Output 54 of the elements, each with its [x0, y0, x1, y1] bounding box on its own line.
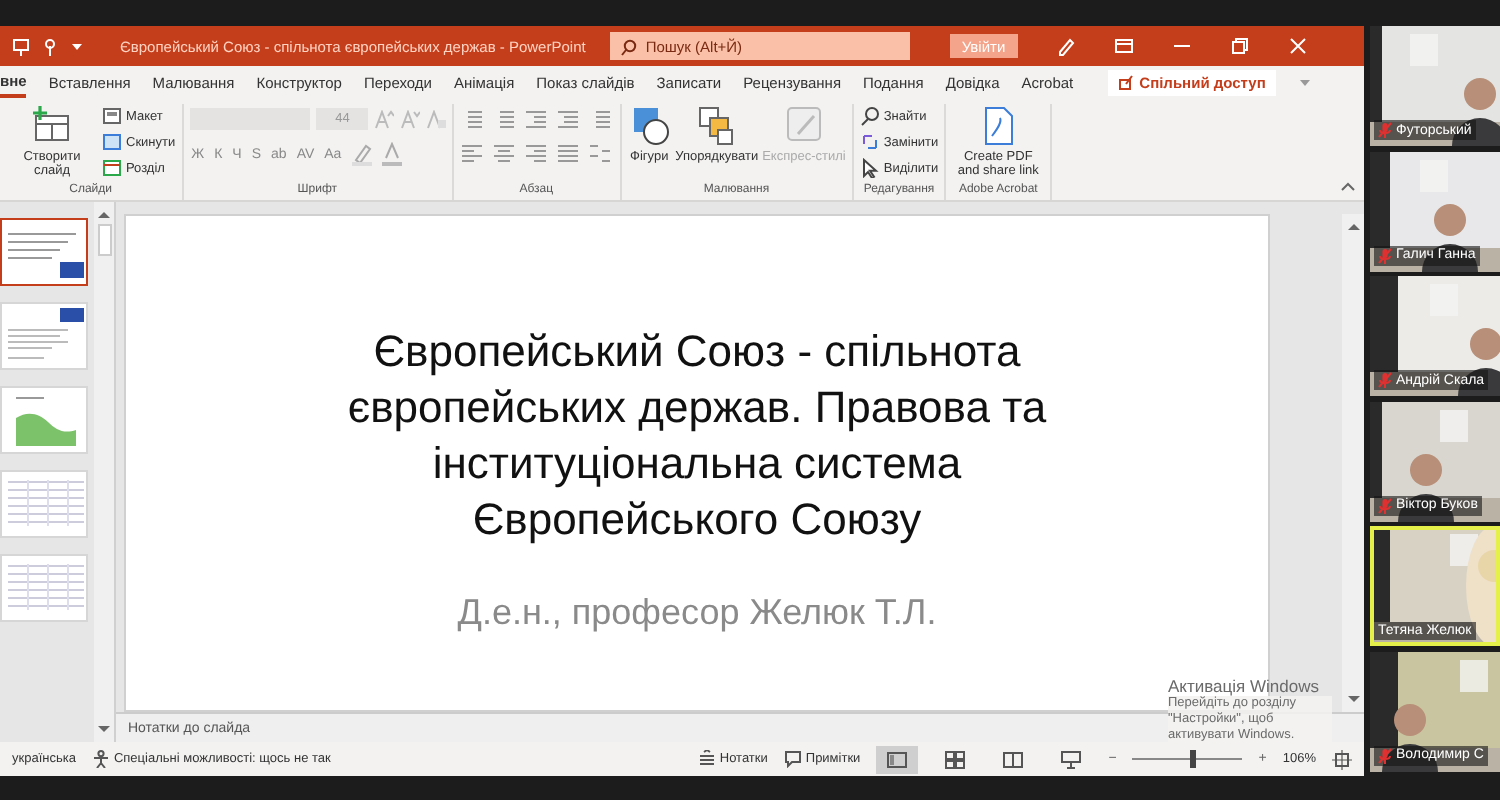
muted-mic-icon	[1378, 372, 1392, 388]
justify-icon[interactable]	[555, 142, 580, 164]
pen-icon[interactable]	[1055, 36, 1076, 56]
reading-view-icon	[1002, 749, 1025, 769]
caret-icon[interactable]	[1297, 75, 1312, 89]
muted-mic-icon	[1378, 497, 1392, 513]
scroll-up-icon[interactable]	[96, 208, 112, 220]
muted-mic-icon	[1378, 247, 1392, 263]
search-icon	[859, 106, 880, 126]
close-icon[interactable]	[1287, 36, 1308, 56]
restore-icon[interactable]	[1229, 36, 1250, 56]
slide-subtitle: Д.е.н., професор Желюк Т.Л.	[457, 592, 937, 634]
muted-mic-icon	[1378, 747, 1392, 763]
ribbon-display-icon[interactable]	[1113, 36, 1134, 56]
increase-indent-icon[interactable]	[555, 108, 580, 130]
highlighter-icon[interactable]	[349, 142, 374, 166]
touch-icon[interactable]	[42, 37, 58, 55]
arrange-icon	[694, 104, 739, 148]
scroll-up-icon[interactable]	[1345, 220, 1361, 232]
comment-icon	[783, 750, 802, 768]
slide-thumbnail[interactable]	[0, 218, 88, 286]
align-center-icon[interactable]	[491, 142, 516, 164]
slide-title: Європейський Союз - спільнота європейських держав. Правова та інституціональна система Європейського Союзу	[345, 324, 1049, 548]
align-left-icon[interactable]	[459, 142, 484, 164]
view-button[interactable]	[876, 745, 919, 773]
collapse-icon[interactable]	[1340, 178, 1356, 194]
fit-slide-icon[interactable]	[1332, 749, 1352, 769]
accessibility-icon	[91, 750, 110, 768]
slide-sorter-icon	[944, 749, 967, 769]
scroll-thumb[interactable]	[97, 224, 111, 256]
cursor-icon	[859, 158, 880, 178]
slider-thumb[interactable]	[1190, 750, 1197, 768]
activation-title: Активація Windows	[1168, 676, 1321, 696]
presenter-icon[interactable]	[12, 37, 30, 55]
scroll-down-icon[interactable]	[1345, 694, 1361, 706]
normal-view-icon	[886, 749, 909, 769]
scroll-down-icon[interactable]	[96, 724, 112, 736]
shrink-font-icon[interactable]	[399, 109, 420, 129]
slideshow-icon	[1060, 749, 1083, 769]
share-icon	[1117, 74, 1134, 90]
reset-icon	[102, 132, 122, 152]
notes-icon	[697, 750, 716, 768]
align-right-icon[interactable]	[523, 142, 548, 164]
font-color-icon[interactable]	[379, 142, 404, 166]
scrollbar[interactable]	[1342, 214, 1364, 712]
grow-font-icon[interactable]	[373, 109, 394, 129]
decrease-indent-icon[interactable]	[523, 108, 548, 130]
replace-icon	[859, 132, 880, 152]
scrollbar[interactable]	[94, 202, 114, 742]
columns-icon[interactable]	[587, 142, 612, 164]
layout-icon	[102, 106, 122, 126]
muted-mic-icon	[1378, 122, 1392, 138]
section-icon	[102, 158, 122, 178]
clear-format-icon[interactable]	[425, 109, 446, 129]
